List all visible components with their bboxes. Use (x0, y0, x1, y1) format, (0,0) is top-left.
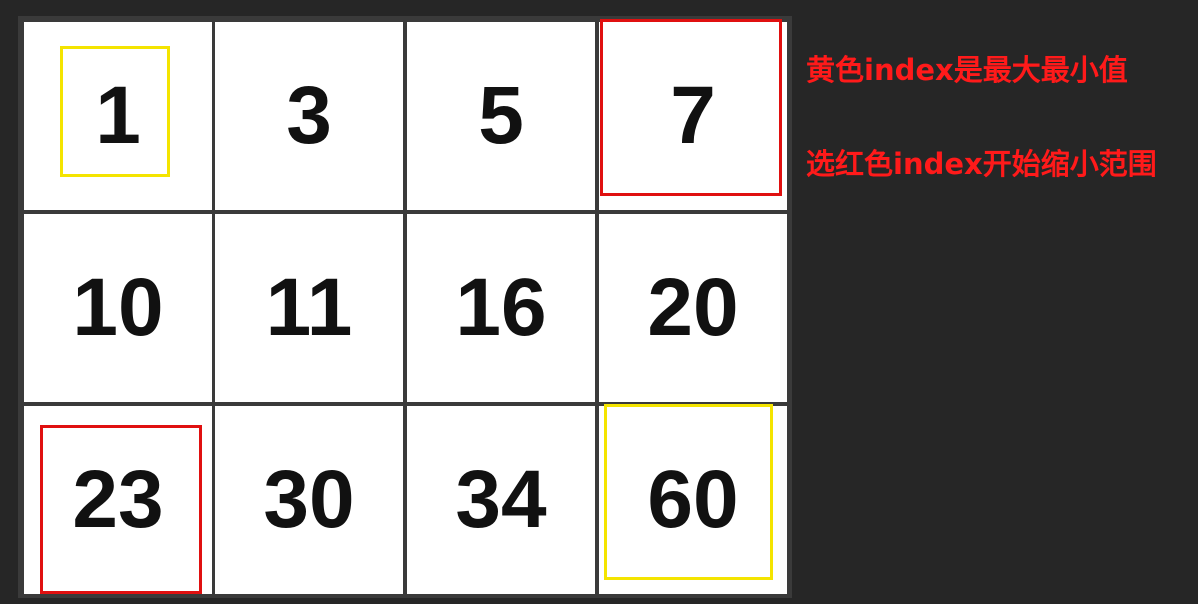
matrix-cell-r0-c3: 7 (599, 22, 787, 210)
matrix-cell-r2-c2: 34 (407, 406, 595, 594)
matrix-cell-r0-c0: 1 (24, 22, 212, 210)
matrix-cell-r1-c1: 11 (215, 214, 403, 402)
matrix-cell-r0-c1: 3 (215, 22, 403, 210)
matrix-cell-r1-c0: 10 (24, 214, 212, 402)
cell-value: 20 (647, 262, 739, 353)
cell-value: 34 (455, 454, 547, 545)
cell-value: 10 (72, 262, 164, 353)
annotation-red-index: 选红色index开始缩小范围 (806, 147, 1157, 181)
annotation-yellow-index: 黄色index是最大最小值 (806, 53, 1128, 87)
cell-value: 60 (647, 454, 739, 545)
cell-value: 16 (455, 262, 547, 353)
cell-value: 3 (286, 70, 332, 161)
cell-value: 23 (72, 454, 164, 545)
matrix-cell-r2-c1: 30 (215, 406, 403, 594)
matrix-grid: 1 3 5 7 10 11 16 20 23 30 34 60 (18, 16, 792, 598)
matrix-cell-r0-c2: 5 (407, 22, 595, 210)
cell-value: 5 (478, 70, 524, 161)
matrix-cell-r1-c2: 16 (407, 214, 595, 402)
cell-value: 30 (263, 454, 355, 545)
cell-value: 11 (265, 262, 353, 353)
cell-value: 7 (670, 70, 716, 161)
matrix-cell-r1-c3: 20 (599, 214, 787, 402)
matrix-cell-r2-c0: 23 (24, 406, 212, 594)
matrix-cell-r2-c3: 60 (599, 406, 787, 594)
cell-value: 1 (95, 70, 141, 161)
